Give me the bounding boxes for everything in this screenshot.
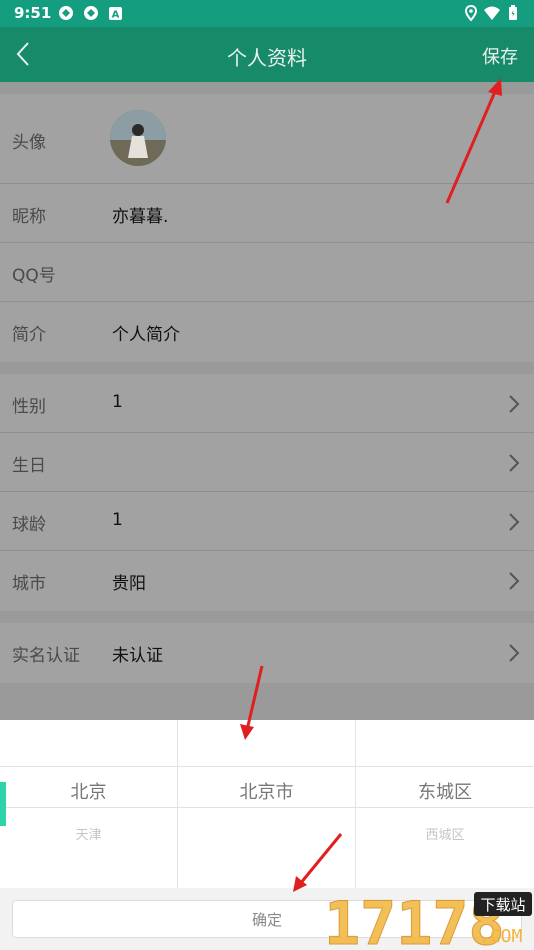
verify-group: 实名认证 未认证 [0, 623, 534, 683]
chevron-right-icon [509, 454, 520, 472]
district-wheel[interactable]: 东城区 西城区 [356, 720, 534, 888]
watermark-badge: 下载站 [480, 896, 525, 914]
profile-group: 头像 昵称 亦暮暮. QQ号 简介 个人简介 [0, 94, 534, 362]
location-icon [464, 5, 478, 21]
status-time: 9:51 [14, 4, 52, 22]
region-picker: 北京 天津 北京市 东城区 西城区 [0, 720, 534, 888]
province-wheel[interactable]: 北京 天津 [0, 720, 178, 888]
profile-content: 头像 昵称 亦暮暮. QQ号 简介 个人简介 性别 1 生日 球龄 1 城市 贵… [0, 82, 534, 720]
qq-label: QQ号 [12, 266, 56, 286]
verify-row[interactable]: 实名认证 未认证 [0, 623, 534, 682]
watermark-logo: 17178 下载站 .COM [324, 889, 532, 950]
avatar-label: 头像 [12, 133, 46, 153]
avatar-row[interactable]: 头像 [0, 94, 534, 184]
nickname-value: 亦暮暮. [112, 207, 169, 227]
ball-age-label: 球龄 [12, 515, 46, 535]
side-handle[interactable] [0, 782, 6, 826]
svg-text:A: A [112, 10, 120, 21]
wifi-icon [484, 6, 500, 20]
birthday-label: 生日 [12, 456, 46, 476]
nickname-row[interactable]: 昵称 亦暮暮. [0, 184, 534, 243]
chevron-right-icon [509, 395, 520, 413]
watermark-suffix: .COM [479, 926, 523, 947]
city-row[interactable]: 城市 贵阳 [0, 551, 534, 610]
ball-age-row[interactable]: 球龄 1 [0, 492, 534, 551]
details-group: 性别 1 生日 球龄 1 城市 贵阳 [0, 374, 534, 611]
verify-label: 实名认证 [12, 646, 80, 666]
chevron-right-icon [509, 513, 520, 531]
city-wheel[interactable]: 北京市 [178, 720, 356, 888]
city-label: 城市 [12, 574, 46, 594]
app-bar: 个人资料 保存 [0, 27, 534, 82]
intro-row[interactable]: 简介 个人简介 [0, 302, 534, 361]
province-selected[interactable]: 北京 [0, 778, 177, 804]
verify-value: 未认证 [112, 646, 163, 666]
gender-label: 性别 [12, 397, 46, 417]
intro-label: 简介 [12, 325, 46, 345]
a-badge-icon: A [109, 7, 122, 20]
birthday-row[interactable]: 生日 [0, 433, 534, 492]
district-selected[interactable]: 东城区 [356, 778, 534, 804]
qq-row[interactable]: QQ号 [0, 243, 534, 302]
chevron-right-icon [509, 644, 520, 662]
avatar[interactable] [110, 110, 166, 166]
status-bar: 9:51 A [0, 0, 534, 27]
sync-icon-2 [84, 6, 98, 20]
gender-value: 1 [112, 392, 123, 412]
city-value: 贵阳 [112, 574, 146, 594]
district-next[interactable]: 西城区 [356, 824, 534, 843]
intro-value: 个人简介 [112, 325, 180, 345]
nickname-label: 昵称 [12, 207, 46, 227]
gender-row[interactable]: 性别 1 [0, 374, 534, 433]
sync-icon [59, 6, 73, 20]
ball-age-value: 1 [112, 510, 123, 530]
chevron-right-icon [509, 572, 520, 590]
battery-icon [509, 5, 517, 20]
page-title: 个人资料 [227, 46, 307, 70]
save-button[interactable]: 保存 [482, 43, 518, 69]
city-selected[interactable]: 北京市 [178, 778, 355, 804]
province-next[interactable]: 天津 [0, 824, 177, 843]
